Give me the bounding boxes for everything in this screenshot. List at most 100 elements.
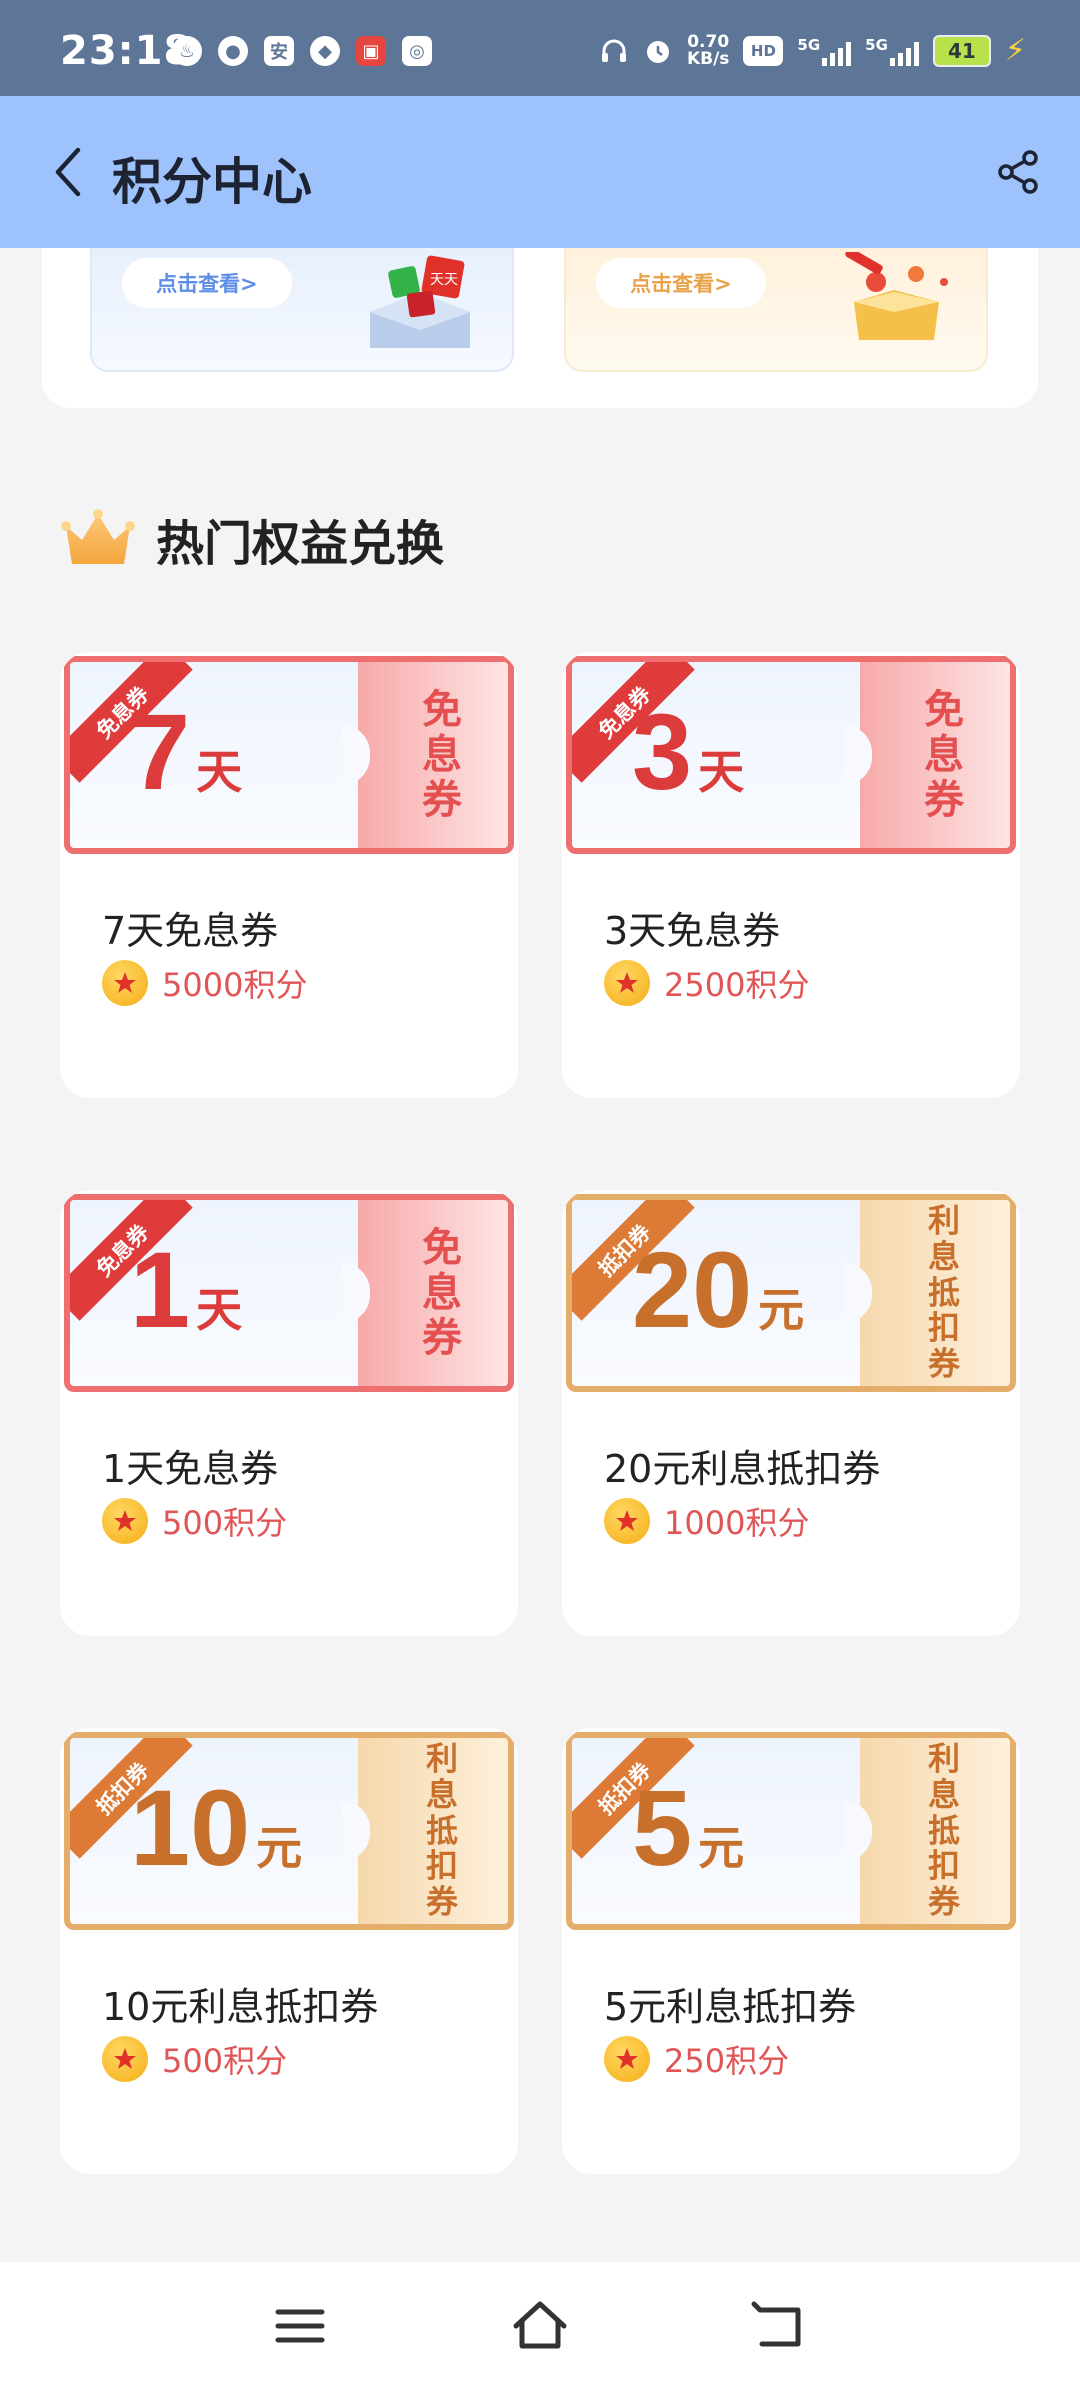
coupon-unit: 元 — [758, 1284, 805, 1336]
share-icon[interactable] — [994, 148, 1042, 196]
status-right: 0.70 KB/s HD 5G 5G 41 ⚡ — [599, 34, 1026, 68]
coupon-image: 抵扣券 20 元 利息抵扣券 — [566, 1194, 1016, 1392]
section-title: 热门权益兑换 — [156, 516, 445, 572]
coin-icon — [604, 2036, 650, 2082]
an-app-icon: 安 — [264, 36, 294, 66]
promo-right-button[interactable]: 点击查看> — [596, 258, 766, 308]
product-card[interactable]: 免息券 1 天 免息券 1天免息券 500积分 — [60, 1190, 518, 1636]
price-row: 1000积分 — [604, 1498, 809, 1544]
section-header: 热门权益兑换 — [60, 504, 444, 574]
signal-bars-icon — [822, 36, 852, 66]
product-price: 5000积分 — [162, 966, 308, 1004]
hd-icon: HD — [743, 36, 784, 66]
coupon-image: 抵扣券 5 元 利息抵扣券 — [566, 1732, 1016, 1930]
coupon-unit: 天 — [698, 746, 745, 798]
coupon-value: 20 元 — [632, 1236, 804, 1344]
headset-icon — [601, 39, 626, 62]
product-card[interactable]: 免息券 3 天 免息券 3天免息券 2500积分 — [562, 652, 1020, 1098]
price-row: 250积分 — [604, 2036, 789, 2082]
product-card[interactable]: 免息券 7 天 免息券 7天免息券 5000积分 — [60, 652, 518, 1098]
coin-icon — [102, 1498, 148, 1544]
product-name: 7天免息券 — [102, 909, 279, 953]
coupon-number: 7 — [130, 691, 191, 812]
coupon-image: 免息券 7 天 免息券 — [64, 656, 514, 854]
net-speed: 0.70 KB/s — [687, 34, 729, 68]
coupon-stub-label: 免息券 — [924, 686, 964, 823]
product-price: 500积分 — [162, 2042, 288, 2080]
product-card[interactable]: 抵扣券 5 元 利息抵扣券 5元利息抵扣券 250积分 — [562, 1728, 1020, 2174]
status-bar: 23:18 ♨ ● 安 ◆ ▣ ◎ 0.70 KB/s HD 5G 5G 41 … — [0, 0, 1080, 96]
coupon-value: 7 天 — [130, 698, 242, 806]
coupon-image: 抵扣券 10 元 利息抵扣券 — [64, 1732, 514, 1930]
coupon-image: 免息券 3 天 免息券 — [566, 656, 1016, 854]
coupon-number: 5 — [632, 1767, 693, 1888]
coupon-number: 20 — [632, 1229, 753, 1350]
coupon-unit: 天 — [196, 1284, 243, 1336]
product-name: 10元利息抵扣券 — [102, 1985, 379, 2029]
promo-left-button[interactable]: 点击查看> — [122, 258, 292, 308]
coupon-unit: 元 — [256, 1822, 303, 1874]
chat-icon: ● — [218, 36, 248, 66]
coupon-stub-label: 利息抵扣券 — [425, 1739, 458, 1921]
app-icon: ◎ — [402, 36, 432, 66]
product-price: 250积分 — [664, 2042, 790, 2080]
tmall-icon: ▣ — [356, 36, 386, 66]
signal-2-label: 5G — [865, 36, 888, 54]
product-name: 1天免息券 — [102, 1447, 279, 1491]
coupon-stub-label: 利息抵扣券 — [927, 1739, 960, 1921]
system-nav-bar — [0, 2262, 1080, 2388]
signal-2: 5G — [865, 36, 919, 66]
coin-icon — [102, 960, 148, 1006]
treasure-box-icon — [845, 252, 948, 340]
crown-icon — [61, 509, 135, 564]
product-price: 500积分 — [162, 1504, 288, 1542]
qq-icon: ◆ — [310, 36, 340, 66]
coupon-image: 免息券 1 天 免息券 — [64, 1194, 514, 1392]
coupon-unit: 元 — [698, 1822, 745, 1874]
back-icon[interactable] — [750, 2298, 810, 2354]
coupon-value: 5 元 — [632, 1774, 744, 1882]
coupon-value: 3 天 — [632, 698, 744, 806]
promo-left-badge: 天天 — [430, 272, 458, 288]
coupon-value: 10 元 — [130, 1774, 302, 1882]
net-speed-unit: KB/s — [686, 49, 730, 69]
product-price: 2500积分 — [664, 966, 810, 1004]
coin-icon — [102, 2036, 148, 2082]
signal-1-label: 5G — [797, 36, 821, 54]
page-title: 积分中心 — [112, 153, 312, 211]
coupon-unit: 天 — [196, 746, 243, 798]
promo-right[interactable]: 点击查看> — [564, 248, 988, 372]
product-price: 1000积分 — [664, 1504, 810, 1542]
price-row: 5000积分 — [102, 960, 307, 1006]
notification-icons: ♨ ● 安 ◆ ▣ ◎ — [172, 36, 432, 66]
battery-icon: 41 — [932, 35, 991, 67]
alarm-icon — [646, 41, 669, 63]
charging-icon: ⚡ — [1004, 33, 1026, 68]
promo-left[interactable]: 点击查看> 天天 — [90, 248, 514, 372]
coupon-number: 10 — [130, 1767, 251, 1888]
price-row: 500积分 — [102, 2036, 287, 2082]
coupon-stub-label: 免息券 — [422, 1224, 462, 1361]
coin-icon — [604, 960, 650, 1006]
signal-1: 5G — [797, 36, 852, 66]
promo-banner-card: 点击查看> 天天 点击查看> — [42, 248, 1038, 408]
menu-icon[interactable] — [270, 2298, 330, 2354]
app-header: 积分中心 — [0, 96, 1080, 248]
coupon-number: 3 — [632, 691, 693, 812]
product-name: 3天免息券 — [604, 909, 781, 953]
price-row: 2500积分 — [604, 960, 809, 1006]
chevron-left-icon[interactable] — [52, 146, 84, 198]
price-row: 500积分 — [102, 1498, 287, 1544]
product-card[interactable]: 抵扣券 10 元 利息抵扣券 10元利息抵扣券 500积分 — [60, 1728, 518, 2174]
coupon-number: 1 — [130, 1229, 191, 1350]
signal-bars-icon — [889, 36, 919, 66]
coupon-stub-label: 免息券 — [422, 686, 462, 823]
product-card[interactable]: 抵扣券 20 元 利息抵扣券 20元利息抵扣券 1000积分 — [562, 1190, 1020, 1636]
product-name: 20元利息抵扣券 — [604, 1447, 881, 1491]
flame-icon: ♨ — [172, 36, 202, 66]
coin-icon — [604, 1498, 650, 1544]
coupon-value: 1 天 — [130, 1236, 242, 1344]
product-name: 5元利息抵扣券 — [604, 1985, 857, 2029]
home-icon[interactable] — [510, 2298, 570, 2354]
gift-box-icon: 天天 — [370, 255, 470, 348]
